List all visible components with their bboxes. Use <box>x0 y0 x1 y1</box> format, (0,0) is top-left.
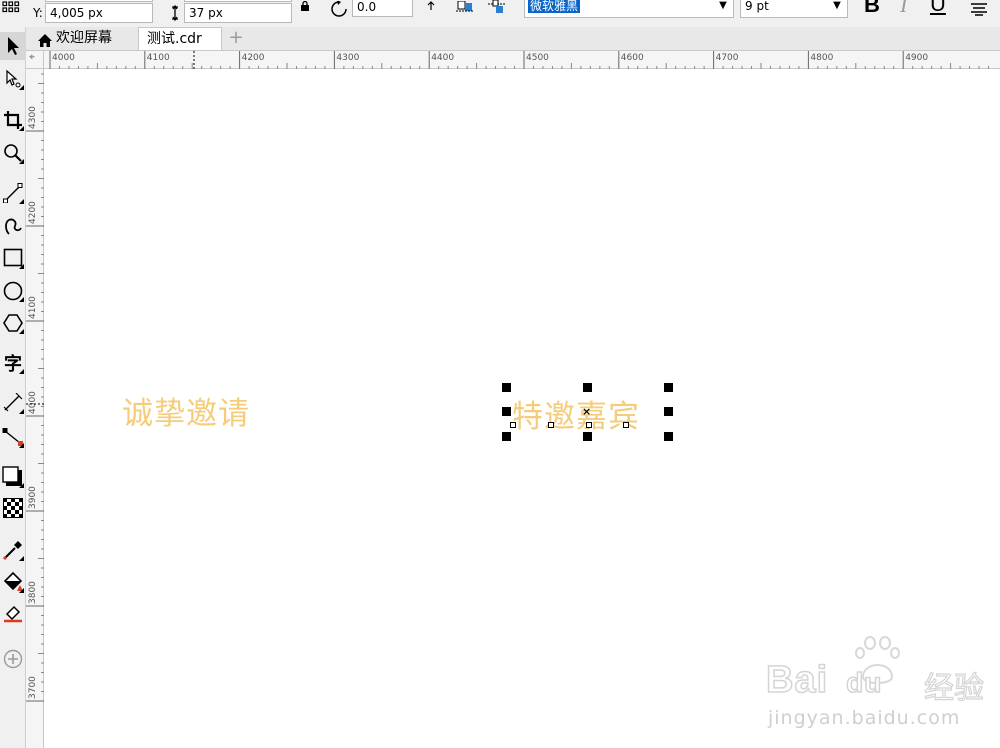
y-field-top-edge <box>45 0 153 2</box>
ruler-tick-label: 4300 <box>336 53 359 63</box>
ruler-tick-label: 4200 <box>242 53 265 63</box>
ruler-tick-label: 3700 <box>28 676 38 699</box>
mirror-icon[interactable] <box>421 0 441 12</box>
font-name-value: 微软雅黑 <box>528 0 581 13</box>
ruler-tick-label: 4900 <box>905 53 928 63</box>
text-tool-icon[interactable]: 字 <box>0 349 26 377</box>
font-size-value: 9 pt <box>745 0 769 13</box>
pick-tool-icon[interactable] <box>0 32 26 60</box>
canvas-text-sincere-invitation[interactable]: 诚挚邀请 <box>122 388 250 433</box>
tab-welcome-screen[interactable]: 欢迎屏幕 <box>30 27 138 50</box>
selection-handle-middle-right[interactable] <box>664 407 673 416</box>
tab-test-label: 测试.cdr <box>147 31 202 47</box>
document-tab-bar: 欢迎屏幕 测试.cdr + <box>26 27 1000 51</box>
selection-handle-middle-left[interactable] <box>502 407 511 416</box>
polygon-tool-icon[interactable] <box>0 309 26 337</box>
italic-button[interactable]: I <box>900 0 907 18</box>
color-eyedropper-icon[interactable] <box>0 536 26 564</box>
font-dropdown-arrow-icon[interactable]: ▼ <box>713 0 733 15</box>
selection-handle-bottom-right[interactable] <box>664 432 673 441</box>
selection-handle-top-right[interactable] <box>664 383 673 392</box>
y-label: Y: <box>33 6 43 20</box>
ruler-origin-icon: ⌖ <box>29 52 35 63</box>
drawing-canvas[interactable]: 诚挚邀请 特邀嘉宾 × Bai du 经验 jingyan.baidu.com <box>44 69 1000 748</box>
watermark-brand: Bai du <box>765 658 883 702</box>
vertical-ruler[interactable]: 4300 4200 4100 4000 3900 3800 3700 <box>26 69 44 748</box>
watermark-brand-suffix: du <box>845 666 883 699</box>
smart-fill-icon[interactable] <box>0 599 26 627</box>
ruler-tick-label: 4500 <box>526 53 549 63</box>
property-bar: Y: 4,005 px 37 px 0.0 微软雅黑 ▼ 9 pt ▼ B I … <box>0 0 1000 27</box>
ruler-origin[interactable]: ⌖ <box>26 51 44 69</box>
tab-welcome-label: 欢迎屏幕 <box>56 30 112 46</box>
watermark-brand-cn: 经验 <box>923 670 984 706</box>
ruler-tick-label: 3800 <box>28 581 38 604</box>
font-list-dropdown[interactable]: 微软雅黑 ▼ <box>524 0 734 18</box>
height-field-top-edge <box>184 0 292 2</box>
canvas-text-special-guest[interactable]: 特邀嘉宾 <box>512 391 640 436</box>
interactive-fill-icon[interactable] <box>0 568 26 596</box>
align-icon[interactable] <box>454 0 476 14</box>
watermark-url: jingyan.baidu.com <box>768 707 961 729</box>
transparency-icon[interactable] <box>0 494 26 522</box>
selection-handle-top-left[interactable] <box>502 383 511 392</box>
shape-tool-icon[interactable] <box>0 65 26 93</box>
bold-button[interactable]: B <box>864 0 880 18</box>
crop-tool-icon[interactable] <box>0 106 26 134</box>
character-node[interactable] <box>548 422 554 428</box>
artistic-media-icon[interactable] <box>0 211 26 239</box>
selection-handle-bottom-center[interactable] <box>583 432 592 441</box>
add-tool-icon[interactable] <box>0 645 26 673</box>
underline-button[interactable]: U <box>930 0 946 17</box>
zoom-tool-icon[interactable] <box>0 139 26 167</box>
font-size-dropdown[interactable]: 9 pt ▼ <box>740 0 848 18</box>
ruler-tick-label: 4400 <box>431 53 454 63</box>
y-position-field[interactable]: 4,005 px <box>45 3 153 23</box>
rotation-field[interactable]: 0.0 <box>352 0 413 17</box>
ruler-tick-label: 4000 <box>28 391 38 414</box>
height-field[interactable]: 37 px <box>184 3 292 23</box>
height-icon <box>168 3 182 23</box>
watermark-brand-text: Bai <box>765 658 829 702</box>
font-size-dropdown-arrow-icon[interactable]: ▼ <box>827 0 847 15</box>
ruler-tick-label: 4600 <box>621 53 644 63</box>
new-tab-button[interactable]: + <box>226 27 246 50</box>
connector-tool-icon[interactable] <box>0 423 26 451</box>
rectangle-tool-icon[interactable] <box>0 244 26 272</box>
selection-center-icon: × <box>582 405 592 418</box>
ruler-tick-label: 3900 <box>28 486 38 509</box>
character-node[interactable] <box>623 422 629 428</box>
character-node[interactable] <box>586 422 592 428</box>
selection-handle-top-center[interactable] <box>583 383 592 392</box>
lock-ratio-icon[interactable] <box>298 0 312 12</box>
rotate-icon <box>328 0 352 18</box>
ruler-tick-label: 4300 <box>28 106 38 129</box>
toolbox: 字 <box>0 27 26 748</box>
selection-handle-bottom-left[interactable] <box>502 432 511 441</box>
ruler-tick-label: 4100 <box>147 53 170 63</box>
ellipse-tool-icon[interactable] <box>0 277 26 305</box>
distribute-icon[interactable] <box>486 0 508 14</box>
ruler-tick-label: 4700 <box>716 53 739 63</box>
ruler-tick-label: 4800 <box>810 53 833 63</box>
freehand-tool-icon[interactable] <box>0 179 26 207</box>
drop-shadow-icon[interactable] <box>0 463 26 491</box>
tab-test-cdr[interactable]: 测试.cdr <box>138 27 222 50</box>
ruler-tick-label: 4100 <box>28 296 38 319</box>
horizontal-ruler[interactable]: 4000 4100 4200 4300 4400 4500 4600 4700 4800 4900 <box>44 51 1000 69</box>
position-grid-icon[interactable] <box>0 0 22 14</box>
parallel-dimension-icon[interactable] <box>0 389 26 417</box>
text-align-icon[interactable] <box>966 0 992 18</box>
ruler-tick-label: 4200 <box>28 201 38 224</box>
baidu-jingyan-watermark: Bai du 经验 jingyan.baidu.com <box>764 635 996 735</box>
ruler-tick-label: 4000 <box>52 53 75 63</box>
character-node[interactable] <box>510 422 516 428</box>
